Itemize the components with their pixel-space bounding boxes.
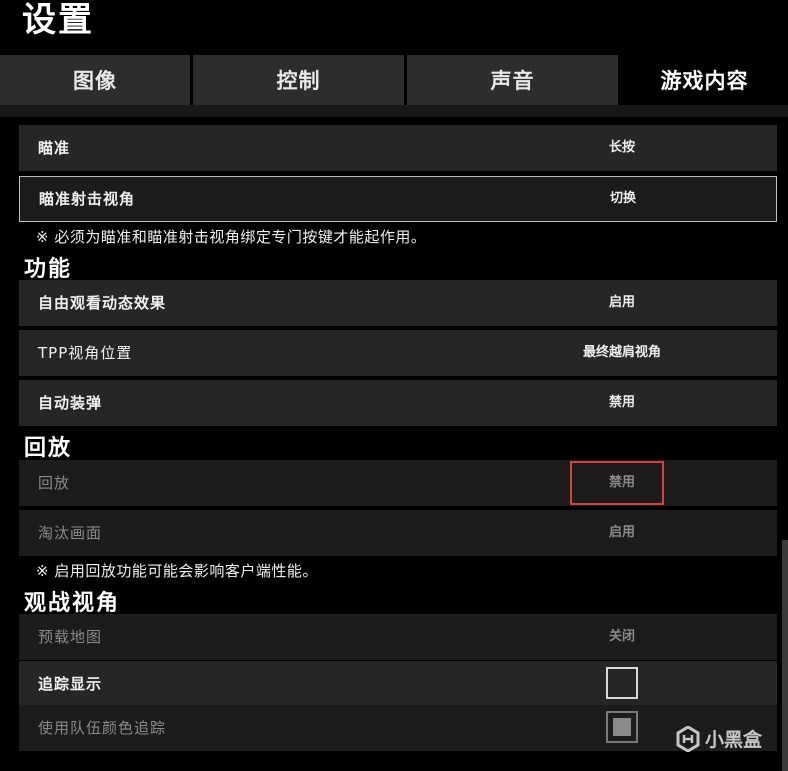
setting-row-team-color-tracer[interactable]: 使用队伍颜色追踪 [19, 705, 777, 751]
section-title-spectate: 观战视角 [24, 591, 121, 616]
setting-value-dropdown[interactable]: 启用 [549, 510, 695, 556]
setting-value-dropdown[interactable]: 切换 [550, 177, 696, 221]
list-top-edge [0, 105, 788, 117]
heybox-logo-icon [676, 725, 700, 752]
team-color-tracer-checkbox[interactable] [606, 711, 638, 743]
setting-value-dropdown[interactable]: 关闭 [549, 614, 695, 660]
setting-label: 瞄准 [38, 139, 71, 157]
tracer-display-checkbox[interactable] [606, 667, 638, 699]
setting-label: TPP视角位置 [38, 344, 133, 362]
setting-row-aim[interactable]: 瞄准 长按 [19, 125, 777, 171]
setting-label: 追踪显示 [38, 675, 103, 693]
setting-label: 淘汰画面 [38, 524, 103, 542]
section-title-replay: 回放 [24, 436, 73, 461]
tab-controls[interactable]: 控制 [193, 55, 404, 105]
setting-row-preload-map[interactable]: 预载地图 关闭 [19, 614, 777, 660]
annotation-highlight-box [570, 461, 664, 505]
setting-label: 回放 [38, 474, 71, 492]
setting-label: 瞄准射击视角 [39, 190, 136, 208]
aim-binding-note: ※ 必须为瞄准和瞄准射击视角绑定专门按键才能起作用。 [36, 228, 427, 246]
setting-label: 自动装弹 [38, 394, 103, 412]
watermark: 小黑盒 [676, 725, 762, 752]
setting-row-freelook-effect[interactable]: 自由观看动态效果 启用 [19, 280, 777, 326]
setting-row-tracer-display[interactable]: 追踪显示 [19, 661, 777, 707]
tab-graphics[interactable]: 图像 [0, 55, 190, 105]
watermark-text: 小黑盒 [705, 729, 763, 751]
setting-label: 预载地图 [38, 628, 103, 646]
checkbox-checked-fill [613, 718, 631, 736]
settings-tabs: 图像 控制 声音 游戏内容 [0, 55, 788, 105]
setting-value-dropdown[interactable]: 最终越肩视角 [549, 330, 695, 376]
setting-value-dropdown[interactable]: 长按 [549, 125, 695, 171]
tab-gameplay[interactable]: 游戏内容 [621, 55, 788, 105]
page-title: 设置 [22, 0, 94, 40]
setting-label: 自由观看动态效果 [38, 294, 167, 312]
setting-value-dropdown[interactable]: 启用 [549, 280, 695, 326]
setting-row-death-cam[interactable]: 淘汰画面 启用 [19, 510, 777, 556]
setting-row-aim-downsights[interactable]: 瞄准射击视角 切换 [19, 176, 777, 222]
setting-value-dropdown[interactable]: 禁用 [549, 380, 695, 426]
setting-label: 使用队伍颜色追踪 [38, 719, 167, 737]
setting-row-auto-reload[interactable]: 自动装弹 禁用 [19, 380, 777, 426]
setting-row-tpp-camera[interactable]: TPP视角位置 最终越肩视角 [19, 330, 777, 376]
tab-sound[interactable]: 声音 [407, 55, 618, 105]
replay-performance-note: ※ 启用回放功能可能会影响客户端性能。 [36, 562, 318, 580]
scrollbar-thumb[interactable] [782, 540, 788, 771]
section-title-functions: 功能 [24, 257, 73, 282]
